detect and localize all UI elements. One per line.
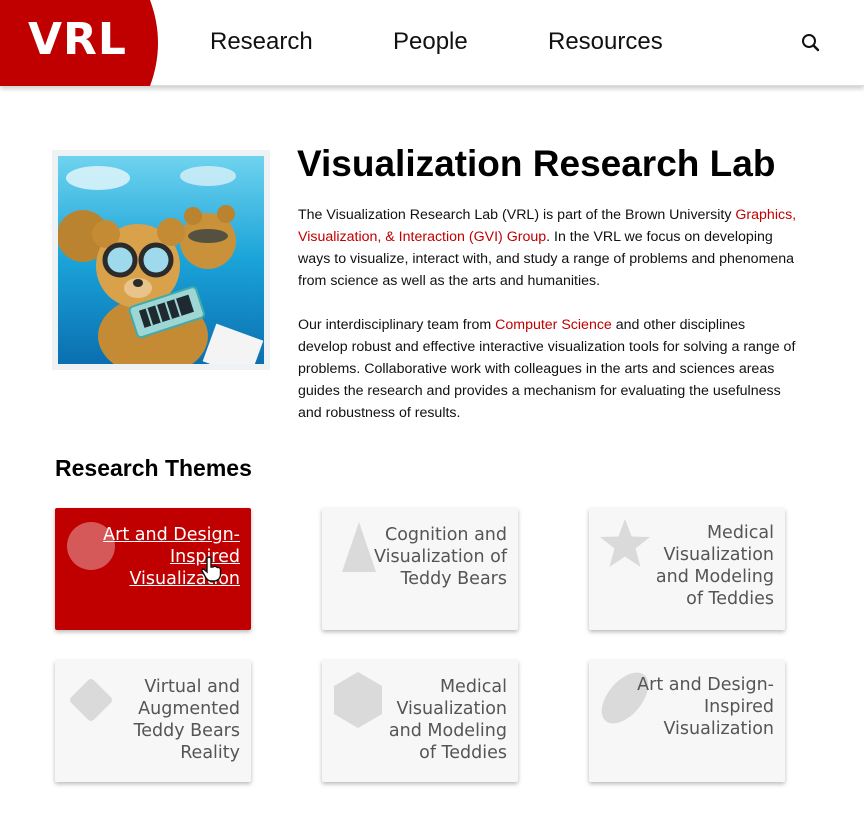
label-line: of Teddies xyxy=(419,743,507,763)
theme-card-label: Virtual and Augmented Teddy Bears Realit… xyxy=(134,676,240,764)
hexagon-icon xyxy=(334,672,382,728)
nav-people[interactable]: People xyxy=(393,28,468,56)
label-line: of Teddies xyxy=(686,589,774,609)
vrl-logo[interactable]: VRL xyxy=(0,0,166,86)
label-line: Augmented xyxy=(138,699,240,719)
teddy-bears-illustration xyxy=(58,156,264,364)
hero-image xyxy=(58,156,264,364)
research-themes-title: Research Themes xyxy=(55,455,252,481)
theme-card-virtual[interactable]: Virtual and Augmented Teddy Bears Realit… xyxy=(55,660,251,782)
star-icon xyxy=(600,519,650,567)
diamond-icon xyxy=(70,679,112,721)
label-line: Medical xyxy=(439,677,507,697)
label-line: Art and Design- xyxy=(103,525,240,545)
search-icon xyxy=(802,34,820,52)
nav-research[interactable]: Research xyxy=(210,28,313,56)
intro-paragraph: The Visualization Research Lab (VRL) is … xyxy=(298,204,798,292)
theme-card-label: Medical Visualization and Modeling of Te… xyxy=(656,522,774,610)
team-text-before: Our interdisciplinary team from xyxy=(298,317,496,333)
label-line: Medical xyxy=(706,523,774,543)
theme-card-label: Cognition and Visualization of Teddy Bea… xyxy=(374,524,507,590)
label-line: Visualization xyxy=(663,719,774,739)
label-line: Visualization of xyxy=(374,547,507,567)
computer-science-link[interactable]: Computer Science xyxy=(495,317,612,333)
team-paragraph: Our interdisciplinary team from Computer… xyxy=(298,314,798,424)
hero-image-frame xyxy=(52,150,270,370)
label-line: Visualization xyxy=(129,569,240,589)
label-line: Visualization xyxy=(663,545,774,565)
theme-card-cognition[interactable]: Cognition and Visualization of Teddy Bea… xyxy=(322,508,518,630)
label-line: and Modeling xyxy=(655,567,774,587)
label-line: Teddy Bears xyxy=(133,721,240,741)
site-header: VRL Research People Resources xyxy=(0,0,864,86)
logo-text: VRL xyxy=(28,14,127,65)
label-line: and Modeling xyxy=(388,721,507,741)
theme-card-label: Art and Design- Inspired Visualization xyxy=(637,674,774,740)
label-line: Virtual and xyxy=(144,677,240,697)
theme-card-art-design-2[interactable]: Art and Design- Inspired Visualization xyxy=(589,660,785,782)
theme-card-label: Medical Visualization and Modeling of Te… xyxy=(389,676,507,764)
theme-card-label: Art and Design- Inspired Visualization xyxy=(103,524,240,590)
label-line: Teddy Bears xyxy=(400,569,507,589)
page-title: Visualization Research Lab xyxy=(297,143,776,184)
intro-text-before: The Visualization Research Lab (VRL) is … xyxy=(298,207,736,223)
theme-card-medical-2[interactable]: Medical Visualization and Modeling of Te… xyxy=(322,660,518,782)
search-button[interactable] xyxy=(800,32,822,54)
label-line: Inspired xyxy=(169,547,240,567)
label-line: Art and Design- xyxy=(637,675,774,695)
theme-card-art-design[interactable]: Art and Design- Inspired Visualization xyxy=(55,508,251,630)
label-line: Reality xyxy=(180,743,240,763)
triangle-icon xyxy=(342,522,376,572)
label-line: Visualization xyxy=(396,699,507,719)
theme-card-medical[interactable]: Medical Visualization and Modeling of Te… xyxy=(589,508,785,630)
label-line: Cognition and xyxy=(385,525,507,545)
label-line: Inspired xyxy=(703,697,774,717)
nav-resources[interactable]: Resources xyxy=(548,28,663,56)
